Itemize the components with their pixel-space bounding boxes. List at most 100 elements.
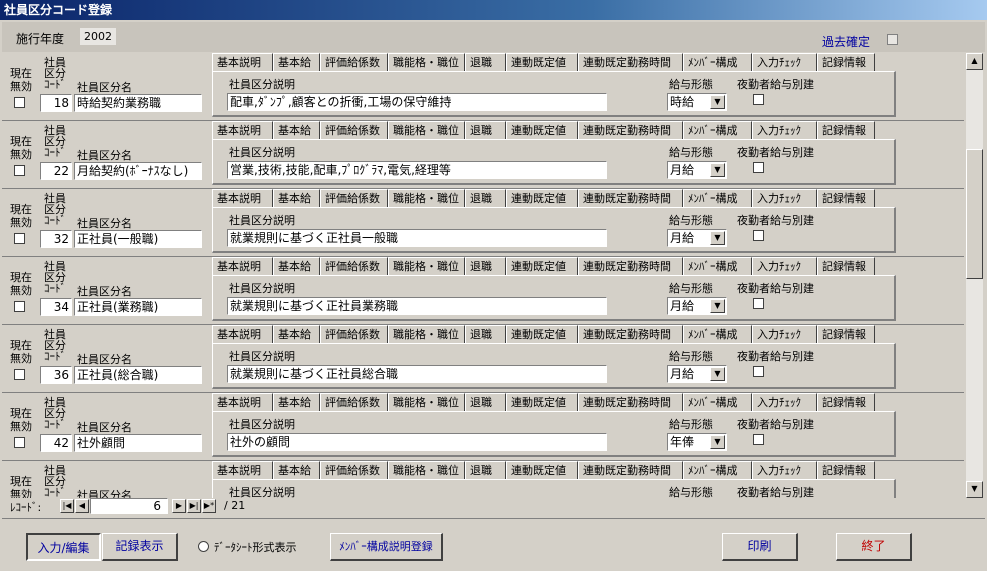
tab-3[interactable]: 職能格・職位 <box>388 257 465 275</box>
tab-3[interactable]: 職能格・職位 <box>388 325 465 343</box>
pay-select[interactable]: 時給 ▼ <box>667 93 727 111</box>
tab-4[interactable]: 退職 <box>465 53 506 71</box>
pay-select[interactable]: 月給 ▼ <box>667 365 727 383</box>
tab-6[interactable]: 連動既定勤務時間 <box>578 461 683 479</box>
tab-1[interactable]: 基本給 <box>273 325 320 343</box>
tab-2[interactable]: 評価給係数 <box>320 393 388 411</box>
code-input[interactable]: 42 <box>40 434 72 452</box>
tab-3[interactable]: 職能格・職位 <box>388 121 465 139</box>
tab-7[interactable]: ﾒﾝﾊﾞｰ構成 <box>683 461 752 479</box>
tab-6[interactable]: 連動既定勤務時間 <box>578 121 683 139</box>
tab-5[interactable]: 連動既定値 <box>506 257 578 275</box>
tab-9[interactable]: 記録情報 <box>817 325 875 343</box>
tab-6[interactable]: 連動既定勤務時間 <box>578 189 683 207</box>
invalid-checkbox[interactable] <box>14 437 25 448</box>
input-edit-button[interactable]: 入力/編集 <box>26 533 101 561</box>
night-checkbox[interactable] <box>753 366 764 377</box>
invalid-checkbox[interactable] <box>14 369 25 380</box>
datasheet-radio[interactable] <box>198 541 209 552</box>
name-input[interactable]: 時給契約業務職 <box>74 94 202 112</box>
tab-5[interactable]: 連動既定値 <box>506 325 578 343</box>
tab-6[interactable]: 連動既定勤務時間 <box>578 325 683 343</box>
invalid-checkbox[interactable] <box>14 233 25 244</box>
invalid-checkbox[interactable] <box>14 165 25 176</box>
last-record-button[interactable]: ▶| <box>187 499 201 513</box>
tab-4[interactable]: 退職 <box>465 325 506 343</box>
chevron-down-icon[interactable]: ▼ <box>710 367 725 381</box>
pay-select[interactable]: 月給 ▼ <box>667 161 727 179</box>
desc-input[interactable]: 配車,ﾀﾞﾝﾌﾟ,顧客との折衝,工場の保守維持 <box>227 93 607 111</box>
tab-9[interactable]: 記録情報 <box>817 257 875 275</box>
tab-9[interactable]: 記録情報 <box>817 189 875 207</box>
name-input[interactable]: 正社員(一般職) <box>74 230 202 248</box>
tab-4[interactable]: 退職 <box>465 461 506 479</box>
tab-2[interactable]: 評価給係数 <box>320 53 388 71</box>
tab-8[interactable]: 入力ﾁｪｯｸ <box>752 325 817 343</box>
tab-9[interactable]: 記録情報 <box>817 121 875 139</box>
tab-7[interactable]: ﾒﾝﾊﾞｰ構成 <box>683 53 752 71</box>
tab-8[interactable]: 入力ﾁｪｯｸ <box>752 189 817 207</box>
tab-1[interactable]: 基本給 <box>273 461 320 479</box>
tab-9[interactable]: 記録情報 <box>817 393 875 411</box>
desc-input[interactable]: 就業規則に基づく正社員業務職 <box>227 297 607 315</box>
pay-select[interactable]: 月給 ▼ <box>667 229 727 247</box>
chevron-down-icon[interactable]: ▼ <box>710 435 725 449</box>
first-record-button[interactable]: |◀ <box>60 499 74 513</box>
tab-7[interactable]: ﾒﾝﾊﾞｰ構成 <box>683 189 752 207</box>
tab-4[interactable]: 退職 <box>465 121 506 139</box>
desc-input[interactable]: 営業,技術,技能,配車,ﾌﾟﾛｸﾞﾗﾏ,電気,経理等 <box>227 161 607 179</box>
tab-4[interactable]: 退職 <box>465 393 506 411</box>
night-checkbox[interactable] <box>753 434 764 445</box>
code-input[interactable]: 34 <box>40 298 72 316</box>
tab-3[interactable]: 職能格・職位 <box>388 461 465 479</box>
tab-0[interactable]: 基本説明 <box>212 121 273 139</box>
tab-0[interactable]: 基本説明 <box>212 257 273 275</box>
tab-9[interactable]: 記録情報 <box>817 53 875 71</box>
night-checkbox[interactable] <box>753 162 764 173</box>
tab-8[interactable]: 入力ﾁｪｯｸ <box>752 257 817 275</box>
tab-0[interactable]: 基本説明 <box>212 189 273 207</box>
name-input[interactable]: 正社員(総合職) <box>74 366 202 384</box>
tab-6[interactable]: 連動既定勤務時間 <box>578 53 683 71</box>
prev-record-button[interactable]: ◀ <box>75 499 89 513</box>
tab-5[interactable]: 連動既定値 <box>506 393 578 411</box>
tab-5[interactable]: 連動既定値 <box>506 53 578 71</box>
tab-8[interactable]: 入力ﾁｪｯｸ <box>752 461 817 479</box>
pay-select[interactable]: 年俸 ▼ <box>667 433 727 451</box>
tab-0[interactable]: 基本説明 <box>212 393 273 411</box>
chevron-down-icon[interactable]: ▼ <box>710 95 725 109</box>
tab-2[interactable]: 評価給係数 <box>320 325 388 343</box>
chevron-down-icon[interactable]: ▼ <box>710 231 725 245</box>
tab-1[interactable]: 基本給 <box>273 257 320 275</box>
tab-6[interactable]: 連動既定勤務時間 <box>578 257 683 275</box>
member-register-button[interactable]: ﾒﾝﾊﾞｰ構成説明登録 <box>330 533 443 561</box>
tab-1[interactable]: 基本給 <box>273 189 320 207</box>
code-input[interactable]: 22 <box>40 162 72 180</box>
invalid-checkbox[interactable] <box>14 301 25 312</box>
tab-4[interactable]: 退職 <box>465 189 506 207</box>
name-input[interactable]: 正社員(業務職) <box>74 298 202 316</box>
code-input[interactable]: 18 <box>40 94 72 112</box>
tab-2[interactable]: 評価給係数 <box>320 121 388 139</box>
vertical-scrollbar[interactable]: ▲ ▼ <box>966 53 983 498</box>
tab-8[interactable]: 入力ﾁｪｯｸ <box>752 53 817 71</box>
tab-3[interactable]: 職能格・職位 <box>388 189 465 207</box>
tab-7[interactable]: ﾒﾝﾊﾞｰ構成 <box>683 121 752 139</box>
tab-9[interactable]: 記録情報 <box>817 461 875 479</box>
chevron-down-icon[interactable]: ▼ <box>710 299 725 313</box>
code-input[interactable]: 32 <box>40 230 72 248</box>
tab-5[interactable]: 連動既定値 <box>506 461 578 479</box>
tab-5[interactable]: 連動既定値 <box>506 121 578 139</box>
name-input[interactable]: 月給契約(ﾎﾞｰﾅｽなし) <box>74 162 202 180</box>
tab-7[interactable]: ﾒﾝﾊﾞｰ構成 <box>683 325 752 343</box>
scroll-up-button[interactable]: ▲ <box>966 53 983 70</box>
code-input[interactable]: 36 <box>40 366 72 384</box>
print-button[interactable]: 印刷 <box>722 533 798 561</box>
tab-1[interactable]: 基本給 <box>273 53 320 71</box>
tab-0[interactable]: 基本説明 <box>212 325 273 343</box>
night-checkbox[interactable] <box>753 298 764 309</box>
past-confirm-checkbox[interactable] <box>887 34 898 45</box>
tab-2[interactable]: 評価給係数 <box>320 257 388 275</box>
desc-input[interactable]: 社外の顧問 <box>227 433 607 451</box>
tab-3[interactable]: 職能格・職位 <box>388 393 465 411</box>
